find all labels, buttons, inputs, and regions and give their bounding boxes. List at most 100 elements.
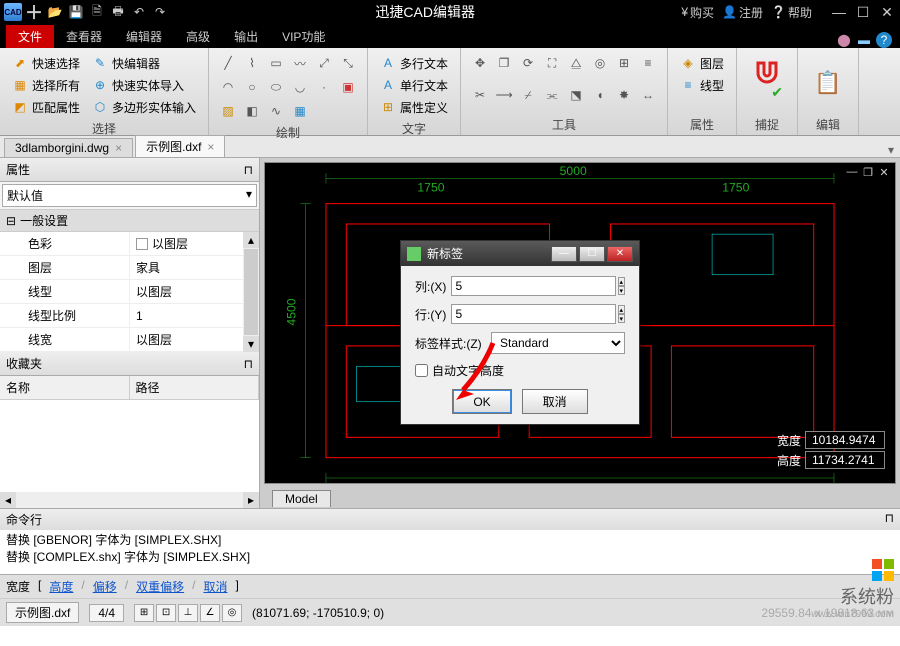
scroll-up-icon[interactable]: ▴ (243, 232, 259, 248)
tab-file[interactable]: 文件 (6, 25, 54, 48)
double-offset-link[interactable]: 双重偏移 (136, 578, 184, 595)
spin-down-icon[interactable]: ▾ (618, 314, 625, 323)
spline-icon[interactable]: ∿ (265, 100, 287, 122)
scroll-left-icon[interactable]: ◂ (0, 492, 16, 508)
app-icon[interactable]: CAD (4, 3, 22, 21)
mtext-button[interactable]: A多行文本 (376, 52, 452, 74)
dialog-titlebar[interactable]: 新标签 — ☐ ✕ (401, 241, 639, 266)
quick-import-button[interactable]: ⊕快速实体导入 (88, 74, 200, 96)
print-icon[interactable]: 🖶 (109, 3, 127, 21)
copy-icon[interactable]: ❐ (493, 52, 515, 74)
cancel-link[interactable]: 取消 (203, 578, 227, 595)
spin-up-icon[interactable]: ▴ (618, 277, 625, 286)
select-all-button[interactable]: ▦选择所有 (8, 74, 84, 96)
rotate-icon[interactable]: ⟳ (517, 52, 539, 74)
edit-big-button[interactable]: 📋 (806, 52, 850, 114)
col-input[interactable] (451, 276, 616, 296)
explode-icon[interactable]: ✸ (613, 84, 635, 106)
pin-icon[interactable]: ⊓ (885, 511, 894, 528)
model-tab[interactable]: Model (272, 490, 331, 507)
cancel-button[interactable]: 取消 (522, 389, 588, 414)
extend-icon[interactable]: ⟶ (493, 84, 515, 106)
style-icon[interactable]: ⬤ (836, 32, 852, 48)
snap-toggle[interactable]: ⊞ (134, 604, 154, 622)
minimize-icon[interactable]: — (830, 3, 848, 21)
trim-icon[interactable]: ✂ (469, 84, 491, 106)
linetype-button[interactable]: ≡线型 (676, 74, 728, 96)
file-tabs-dropdown[interactable]: ▾ (882, 143, 900, 157)
maximize-icon[interactable]: ☐ (854, 3, 872, 21)
open-icon[interactable]: 📂 (46, 3, 64, 21)
mirror-icon[interactable]: ⧋ (565, 52, 587, 74)
saveas-icon[interactable]: 🗎 (88, 3, 106, 21)
spin-down-icon[interactable]: ▾ (618, 286, 625, 295)
props-section-general[interactable]: ⊟ 一般设置 (0, 209, 259, 232)
height-link[interactable]: 高度 (49, 578, 73, 595)
point-icon[interactable]: · (313, 76, 335, 98)
xline-icon[interactable]: ⤢ (313, 52, 335, 74)
undo-icon[interactable]: ↶ (130, 3, 148, 21)
chamfer-icon[interactable]: ⬔ (565, 84, 587, 106)
scrollbar-h[interactable]: ◂▸ (0, 492, 259, 508)
join-icon[interactable]: ⫘ (541, 84, 563, 106)
table-icon[interactable]: ▦ (289, 100, 311, 122)
quick-edit-button[interactable]: ✎快编辑器 (88, 52, 200, 74)
offset-icon[interactable]: ◎ (589, 52, 611, 74)
fillet-icon[interactable]: ◖ (589, 84, 611, 106)
dialog-close-icon[interactable]: ✕ (607, 246, 633, 262)
hatch-icon[interactable]: ▨ (217, 100, 239, 122)
fav-col-path[interactable]: 路径 (130, 376, 260, 399)
redo-icon[interactable]: ↷ (151, 3, 169, 21)
gradient-icon[interactable]: ◧ (241, 100, 263, 122)
dialog-minimize-icon[interactable]: — (551, 246, 577, 262)
align-icon[interactable]: ≡ (637, 52, 659, 74)
scrollbar[interactable]: ▴▾ (243, 232, 259, 352)
command-log[interactable]: 替换 [GBENOR] 字体为 [SIMPLEX.SHX] 替换 [COMPLE… (0, 530, 900, 574)
capture-button[interactable]: ✔ (745, 52, 789, 114)
help-button[interactable]: ❔帮助 (771, 4, 812, 21)
file-tab-2[interactable]: 示例图.dxf× (135, 135, 225, 157)
pin-icon[interactable]: ⊓ (244, 163, 253, 177)
prop-row[interactable]: 图层家具 (0, 256, 259, 280)
buy-button[interactable]: ¥购买 (681, 4, 714, 21)
poly-input-button[interactable]: ⬡多边形实体输入 (88, 96, 200, 118)
rect-icon[interactable]: ▭ (265, 52, 287, 74)
spin-up-icon[interactable]: ▴ (618, 305, 625, 314)
stext-button[interactable]: A单行文本 (376, 74, 452, 96)
tab-vip[interactable]: VIP功能 (270, 25, 337, 48)
save-icon[interactable]: 💾 (67, 3, 85, 21)
ok-button[interactable]: OK (452, 389, 511, 414)
tab-editor[interactable]: 编辑器 (114, 25, 174, 48)
minimize-ribbon-icon[interactable]: ▬ (856, 32, 872, 48)
polar-toggle[interactable]: ∠ (200, 604, 220, 622)
tab-close-icon[interactable]: × (115, 141, 122, 155)
ortho-toggle[interactable]: ⊥ (178, 604, 198, 622)
col-spinner[interactable]: ▴▾ (618, 277, 625, 295)
help-circle-icon[interactable]: ? (876, 32, 892, 48)
grid-toggle[interactable]: ⊡ (156, 604, 176, 622)
prop-row[interactable]: 线型比例1 (0, 304, 259, 328)
stretch-icon[interactable]: ↔ (637, 84, 659, 106)
prop-row[interactable]: 线宽以图层 (0, 328, 259, 352)
dialog-maximize-icon[interactable]: ☐ (579, 246, 605, 262)
tab-close-icon[interactable]: × (207, 140, 214, 154)
block-icon[interactable]: ▣ (337, 76, 359, 98)
polyline-icon[interactable]: ⌇ (241, 52, 263, 74)
scroll-down-icon[interactable]: ▾ (243, 336, 259, 352)
tab-advanced[interactable]: 高级 (174, 25, 222, 48)
match-prop-button[interactable]: ◩匹配属性 (8, 96, 84, 118)
circle-icon[interactable]: ○ (241, 76, 263, 98)
prop-row[interactable]: 线型以图层 (0, 280, 259, 304)
move-icon[interactable]: ✥ (469, 52, 491, 74)
rev-icon[interactable]: 〰 (289, 52, 311, 74)
attdef-button[interactable]: ⊞属性定义 (376, 96, 452, 118)
osnap-toggle[interactable]: ◎ (222, 604, 242, 622)
layer-button[interactable]: ◈图层 (676, 52, 728, 74)
ellipse-icon[interactable]: ⬭ (265, 76, 287, 98)
tab-viewer[interactable]: 查看器 (54, 25, 114, 48)
ray-icon[interactable]: ⤡ (337, 52, 359, 74)
fav-col-name[interactable]: 名称 (0, 376, 130, 399)
tab-output[interactable]: 输出 (222, 25, 270, 48)
row-spinner[interactable]: ▴▾ (618, 305, 625, 323)
offset-link[interactable]: 偏移 (93, 578, 117, 595)
